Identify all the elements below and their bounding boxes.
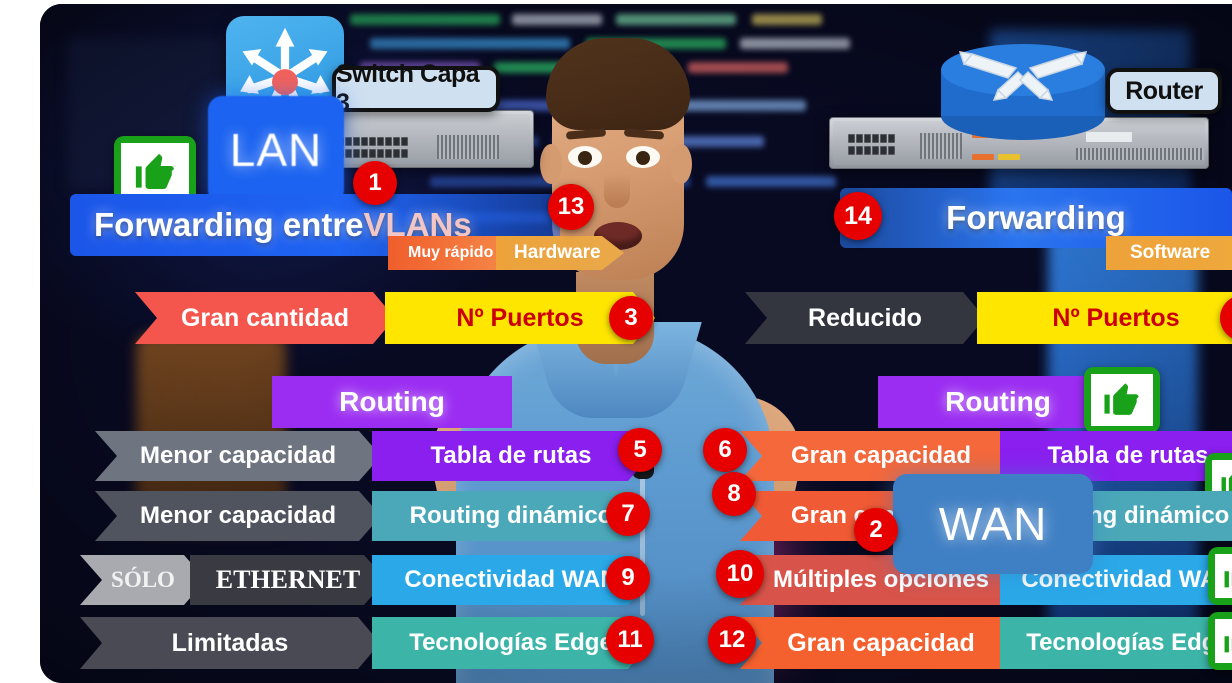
row-routetable-right-feature-text: Tabla de rutas — [1047, 442, 1209, 469]
row-dynrouting-left-text: Menor capacidad — [139, 502, 337, 529]
badge-10-label: 10 — [726, 560, 754, 587]
badge-6-label: 6 — [718, 436, 732, 463]
row-ports-left-value: Gran cantidad — [135, 292, 395, 344]
tag-hardware-text: Hardware — [514, 242, 601, 263]
row-routetable-left-feature-text: Tabla de rutas — [430, 442, 592, 469]
row-edge-right-feature-text: Tecnologías Edge — [1026, 629, 1230, 656]
badge-8-label: 8 — [727, 480, 741, 507]
tag-software-text: Software — [1130, 242, 1211, 263]
cisco-router-icon — [938, 38, 1108, 146]
row-ports-right-text: Reducido — [808, 303, 922, 332]
tag-software: Software — [1106, 236, 1232, 270]
thumbs-up-icon-edge — [1208, 612, 1232, 670]
badge-13-left-forwarding[interactable]: 13 — [548, 184, 594, 230]
row-routetable-right-text: Gran capacidad — [790, 442, 972, 469]
row-dynrouting-left-value: Menor capacidad — [95, 491, 381, 541]
badge-10-wanconn-right[interactable]: 10 — [716, 550, 764, 598]
video-frame: Switch Capa 3 LAN Forwarding entre VLANs… — [40, 4, 1232, 683]
routing-header-right: Routing — [878, 376, 1118, 428]
row-edge-right-feature: Tecnologías Edge — [1000, 617, 1232, 669]
row-edge-right-value: Gran capacidad — [740, 617, 1022, 669]
lan-scope-box: LAN — [208, 96, 344, 204]
badge-9-label: 9 — [621, 564, 635, 591]
router-label-text: Router — [1125, 76, 1203, 105]
switch-vent — [437, 135, 499, 159]
badge-7-label: 7 — [621, 500, 635, 527]
router-label-plate: Router — [1106, 68, 1222, 114]
row-wanconn-left-value: ETHERNET — [190, 555, 386, 605]
badge-3-ports-left[interactable]: 3 — [609, 296, 653, 340]
row-ports-right-feature: Nº Puertos — [977, 292, 1232, 344]
routing-header-left: Routing — [272, 376, 512, 428]
row-ports-left-text: Gran cantidad — [180, 303, 350, 332]
router-port-bank-bottom — [848, 146, 895, 155]
row-routetable-left-feature: Tabla de rutas — [372, 431, 650, 481]
badge-5-label: 5 — [633, 436, 647, 463]
badge-1-switch[interactable]: 1 — [353, 161, 397, 205]
badge-14-label: 14 — [844, 201, 872, 230]
row-edge-left-value: Limitadas — [80, 617, 380, 669]
row-routetable-left-value: Menor capacidad — [95, 431, 381, 481]
badge-14-right-forwarding[interactable]: 14 — [834, 192, 882, 240]
row-ports-right-value: Reducido — [745, 292, 985, 344]
tag-hardware: Hardware — [496, 236, 624, 270]
thumbs-up-icon-routing — [1084, 367, 1160, 433]
thumbs-up-icon-wanconn — [1208, 547, 1232, 605]
row-edge-right-text: Gran capacidad — [787, 628, 975, 657]
row-edge-left-text: Limitadas — [171, 628, 289, 657]
badge-6-routetable-right[interactable]: 6 — [703, 428, 747, 472]
right-forwarding-title: Forwarding — [946, 199, 1126, 236]
routing-header-left-text: Routing — [339, 386, 445, 417]
switch-label-plate: Switch Capa 3 — [332, 60, 500, 117]
badge-11-edge-left[interactable]: 11 — [606, 616, 654, 664]
wan-label: WAN — [938, 498, 1048, 550]
row-wanconn-left-text: ETHERNET — [215, 565, 361, 594]
badge-1-label: 1 — [368, 169, 382, 196]
switch-label-text: Switch Capa 3 — [336, 60, 480, 117]
badge-12-edge-right[interactable]: 12 — [708, 616, 756, 664]
badge-11-label: 11 — [617, 626, 643, 653]
routing-header-right-text: Routing — [945, 386, 1051, 417]
badge-3-label: 3 — [624, 304, 638, 331]
badge-13-label: 13 — [557, 193, 585, 220]
badge-9-wanconn-left[interactable]: 9 — [606, 556, 650, 600]
row-ports-right-feature-text: Nº Puertos — [1052, 303, 1180, 332]
thumbs-up-glyph — [135, 153, 174, 189]
left-forwarding-title: Forwarding entre — [94, 206, 364, 243]
badge-7-dynrouting-left[interactable]: 7 — [606, 492, 650, 536]
router-port-bank-top — [848, 134, 895, 143]
badge-12-label: 12 — [718, 626, 746, 653]
badge-5-routetable-left[interactable]: 5 — [618, 428, 662, 472]
lan-label: LAN — [229, 124, 323, 176]
badge-2-label: 2 — [869, 516, 883, 543]
badge-8-dynrouting-right[interactable]: 8 — [712, 472, 756, 516]
wan-scope-box: WAN — [893, 474, 1093, 574]
router-vent-right — [1076, 148, 1204, 160]
row-routetable-left-text: Menor capacidad — [139, 442, 337, 469]
badge-2-wan[interactable]: 2 — [854, 508, 898, 552]
